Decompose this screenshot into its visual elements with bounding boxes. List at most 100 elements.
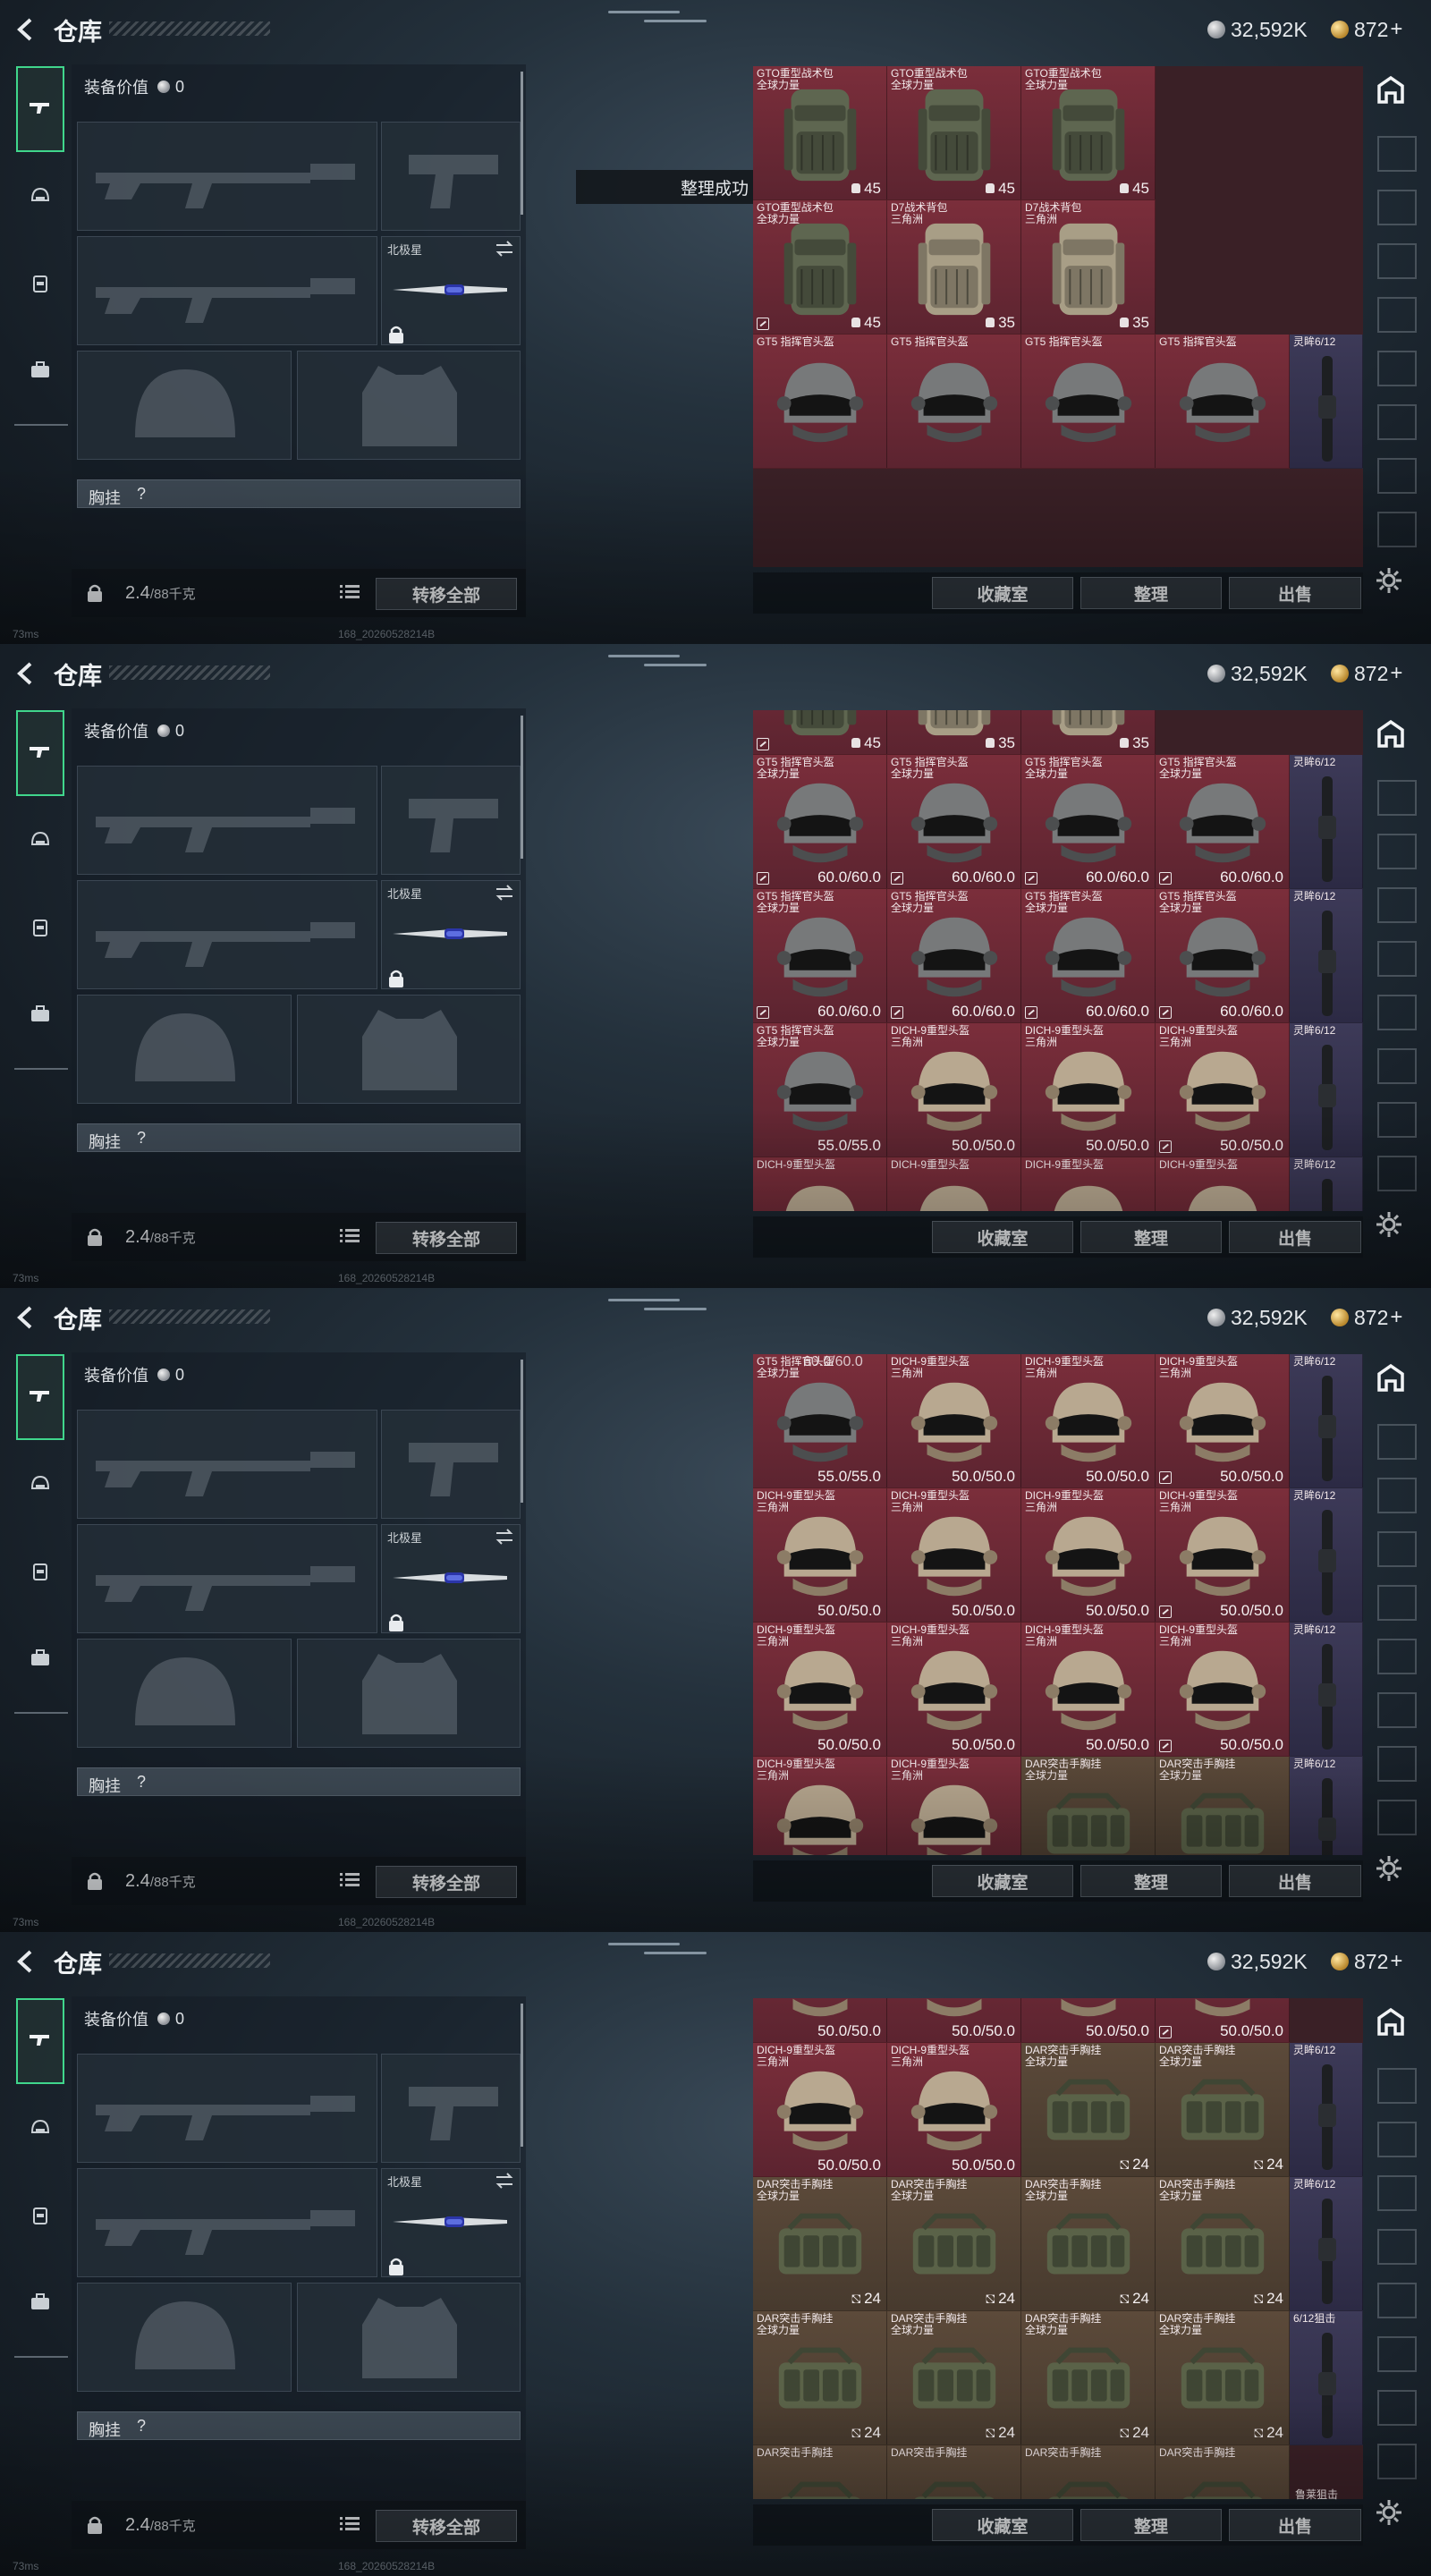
transfer-all-button[interactable]: 转移全部: [376, 578, 517, 610]
inventory-item[interactable]: DICH-9重型头盔 三角洲 50.0/50.0: [753, 1623, 887, 1757]
inventory-item[interactable]: DICH-9重型头盔 三角洲: [887, 1757, 1021, 1855]
inventory-item[interactable]: GT5 指挥官头盔 全球力量 60.0/60.0: [1156, 755, 1290, 889]
mark-icon[interactable]: [1025, 1006, 1037, 1019]
gear-icon[interactable]: [1374, 2497, 1404, 2528]
storage-page-tab[interactable]: [1377, 1478, 1417, 1513]
inventory-item[interactable]: GT5 指挥官头盔 全球力量 55.0/55.0: [753, 1354, 887, 1488]
armor-slot[interactable]: [297, 2283, 521, 2392]
armor-slot[interactable]: [297, 995, 521, 1104]
inventory-item[interactable]: GT5 指挥官头盔: [753, 335, 887, 469]
storage-page-tab[interactable]: [1377, 2068, 1417, 2104]
tab-helmet[interactable]: [18, 1463, 63, 1508]
gear-icon[interactable]: [1374, 1209, 1404, 1240]
inventory-item[interactable]: D7战术背包 三角洲 35: [1021, 200, 1156, 335]
storage-page-tab[interactable]: [1377, 1585, 1417, 1621]
home-icon[interactable]: [1374, 1361, 1408, 1395]
inventory-item[interactable]: 35: [1021, 710, 1156, 755]
inventory-item[interactable]: DICH-9重型头盔 三角洲 50.0/50.0: [887, 1354, 1021, 1488]
storage-page-tab[interactable]: [1377, 2390, 1417, 2426]
gold-currency[interactable]: 872 +: [1331, 1302, 1402, 1333]
storage-page-tab[interactable]: [1377, 2122, 1417, 2157]
inventory-item[interactable]: DICH-9重型头盔 三角洲 50.0/50.0: [753, 2043, 887, 2177]
sidearm-slot[interactable]: [381, 122, 521, 231]
secondary-weapon-slot[interactable]: [77, 2168, 377, 2277]
inventory-item[interactable]: DICH-9重型头盔 三角洲: [753, 1757, 887, 1855]
primary-weapon-slot[interactable]: [77, 766, 377, 875]
equipment-scrollbar[interactable]: [521, 72, 523, 215]
inventory-item[interactable]: GTO重型战术包 全球力量 45: [887, 66, 1021, 200]
tab-helmet[interactable]: [18, 2107, 63, 2152]
collection-room-button[interactable]: 收藏室: [932, 1865, 1073, 1897]
inventory-item-scope[interactable]: 灵眸6/12: [1290, 1623, 1363, 1757]
gear-icon[interactable]: [1374, 565, 1404, 596]
inventory-item[interactable]: DAR突击手胸挂 全球力量 24: [1156, 2043, 1290, 2177]
sell-button[interactable]: 出售: [1229, 1865, 1361, 1897]
inventory-item[interactable]: GT5 指挥官头盔 全球力量 60.0/60.0: [887, 755, 1021, 889]
home-icon[interactable]: [1374, 2005, 1408, 2039]
storage-page-tab[interactable]: [1377, 2283, 1417, 2318]
inventory-item[interactable]: DICH-9重型头盔 三角洲 50.0/50.0: [887, 1488, 1021, 1623]
inventory-item[interactable]: GTO重型战术包 全球力量 45: [1021, 66, 1156, 200]
mark-icon[interactable]: [757, 872, 769, 885]
inventory-item[interactable]: DAR突击手胸挂 全球力量: [1021, 1757, 1156, 1855]
inventory-item-scope[interactable]: 灵眸6/12: [1290, 755, 1363, 889]
melee-slot[interactable]: 北极星: [381, 236, 521, 345]
storage-page-tab[interactable]: [1377, 458, 1417, 494]
inventory-item-scope[interactable]: 6/12狙击: [1290, 2311, 1363, 2445]
storage-page-tab[interactable]: [1377, 834, 1417, 869]
inventory-item-scope[interactable]: 灵眸6/12: [1290, 889, 1363, 1023]
inventory-item[interactable]: DAR突击手胸挂: [1021, 2445, 1156, 2499]
inventory-item[interactable]: GT5 指挥官头盔 全球力量 60.0/60.0: [1156, 889, 1290, 1023]
inventory-item[interactable]: 50.0/50.0: [1021, 1998, 1156, 2043]
back-icon[interactable]: [11, 1946, 41, 1977]
primary-weapon-slot[interactable]: [77, 122, 377, 231]
tab-helmet[interactable]: [18, 175, 63, 220]
transfer-all-button[interactable]: 转移全部: [376, 1222, 517, 1254]
inventory-item-scope[interactable]: 灵眸6/12: [1290, 1023, 1363, 1157]
mark-icon[interactable]: [1159, 1606, 1172, 1618]
sell-button[interactable]: 出售: [1229, 577, 1361, 609]
tab-armor[interactable]: [18, 1551, 63, 1596]
inventory-item[interactable]: DAR突击手胸挂 全球力量 24: [1021, 2311, 1156, 2445]
sell-button[interactable]: 出售: [1229, 1221, 1361, 1253]
storage-page-tab[interactable]: [1377, 1156, 1417, 1191]
inventory-item[interactable]: DICH-9重型头盔 三角洲 50.0/50.0: [887, 1623, 1021, 1757]
chest-rig-help-icon[interactable]: ?: [137, 2417, 146, 2436]
add-currency-button[interactable]: +: [1390, 661, 1402, 686]
add-currency-button[interactable]: +: [1390, 17, 1402, 42]
storage-page-tab[interactable]: [1377, 404, 1417, 440]
primary-weapon-slot[interactable]: [77, 2054, 377, 2163]
tab-weapons[interactable]: [16, 1354, 64, 1440]
chest-rig-slot[interactable]: 胸挂?: [77, 1767, 521, 1796]
armor-slot[interactable]: [297, 351, 521, 460]
mark-icon[interactable]: [1159, 2026, 1172, 2038]
chest-rig-slot[interactable]: 胸挂?: [77, 2411, 521, 2440]
inventory-item[interactable]: DICH-9重型头盔: [887, 1157, 1021, 1211]
storage-page-tab[interactable]: [1377, 190, 1417, 225]
transfer-all-button[interactable]: 转移全部: [376, 1866, 517, 1898]
sort-button[interactable]: 整理: [1080, 577, 1222, 609]
inventory-item[interactable]: GT5 指挥官头盔 全球力量 60.0/60.0: [887, 889, 1021, 1023]
inventory-item-scope[interactable]: 灵眸6/12: [1290, 1488, 1363, 1623]
storage-page-tab[interactable]: [1377, 512, 1417, 547]
list-icon[interactable]: [340, 1871, 360, 1889]
helmet-slot[interactable]: [77, 995, 292, 1104]
storage-page-tab[interactable]: [1377, 1692, 1417, 1728]
tab-weapons[interactable]: [16, 710, 64, 796]
inventory-item[interactable]: GT5 指挥官头盔: [1021, 335, 1156, 469]
inventory-item[interactable]: DAR突击手胸挂: [1156, 2445, 1290, 2499]
inventory-item[interactable]: GT5 指挥官头盔 全球力量 60.0/60.0: [753, 889, 887, 1023]
storage-page-tab[interactable]: [1377, 2336, 1417, 2372]
primary-weapon-slot[interactable]: [77, 1410, 377, 1519]
inventory-item[interactable]: DICH-9重型头盔 三角洲 50.0/50.0: [753, 1488, 887, 1623]
storage-page-tab[interactable]: [1377, 2175, 1417, 2211]
inventory-item[interactable]: DICH-9重型头盔: [1156, 1157, 1290, 1211]
mark-icon[interactable]: [757, 1006, 769, 1019]
add-currency-button[interactable]: +: [1390, 1305, 1402, 1330]
list-icon[interactable]: [340, 1227, 360, 1245]
inventory-item[interactable]: GTO重型战术包 全球力量 45: [753, 200, 887, 335]
inventory-item[interactable]: 45: [753, 710, 887, 755]
storage-page-tab[interactable]: [1377, 351, 1417, 386]
storage-page-tab[interactable]: [1377, 243, 1417, 279]
gear-icon[interactable]: [1374, 1853, 1404, 1884]
